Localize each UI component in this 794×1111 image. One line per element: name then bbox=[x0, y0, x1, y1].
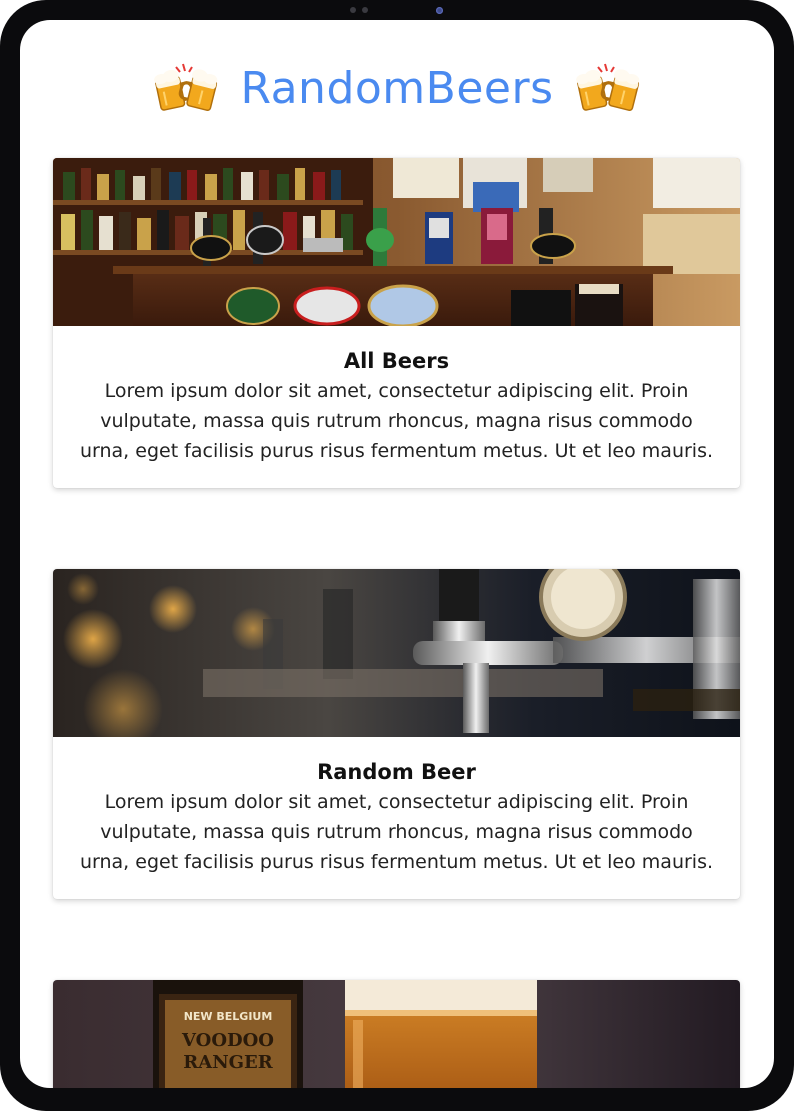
beer-bottle-and-glass-photo: NEW BELGIUM VOODOO RANGER bbox=[53, 980, 740, 1088]
card-title[interactable]: All Beers bbox=[79, 346, 714, 376]
sensor-dot bbox=[350, 7, 356, 13]
card-third[interactable]: NEW BELGIUM VOODOO RANGER bbox=[53, 980, 740, 1088]
card-body: Random Beer Lorem ipsum dolor sit amet, … bbox=[53, 737, 740, 899]
beer-cheers-icon bbox=[154, 63, 218, 112]
card-random-beer[interactable]: Random Beer Lorem ipsum dolor sit amet, … bbox=[53, 569, 740, 899]
app-header: RandomBeers bbox=[20, 58, 774, 118]
bottle-label-name-line2: RANGER bbox=[183, 1052, 273, 1073]
beer-tap-closeup-photo bbox=[53, 569, 740, 737]
sensor-dot bbox=[362, 7, 368, 13]
beer-cheers-icon bbox=[575, 63, 639, 112]
bottle-label-name-line1: VOODOO bbox=[181, 1030, 274, 1051]
tablet-frame: RandomBeers All Beers Lorem ipsum dolor … bbox=[0, 0, 794, 1111]
app-title: RandomBeers bbox=[240, 62, 554, 114]
front-camera bbox=[436, 7, 443, 14]
card-body: All Beers Lorem ipsum dolor sit amet, co… bbox=[53, 326, 740, 488]
bottle-label-brand: NEW BELGIUM bbox=[184, 1010, 273, 1023]
card-all-beers[interactable]: All Beers Lorem ipsum dolor sit amet, co… bbox=[53, 158, 740, 488]
card-description: Lorem ipsum dolor sit amet, consectetur … bbox=[79, 380, 714, 462]
screen: RandomBeers All Beers Lorem ipsum dolor … bbox=[20, 20, 774, 1088]
bar-taps-photo bbox=[53, 158, 740, 326]
card-title[interactable]: Random Beer bbox=[79, 757, 714, 787]
card-description: Lorem ipsum dolor sit amet, consectetur … bbox=[79, 791, 714, 873]
